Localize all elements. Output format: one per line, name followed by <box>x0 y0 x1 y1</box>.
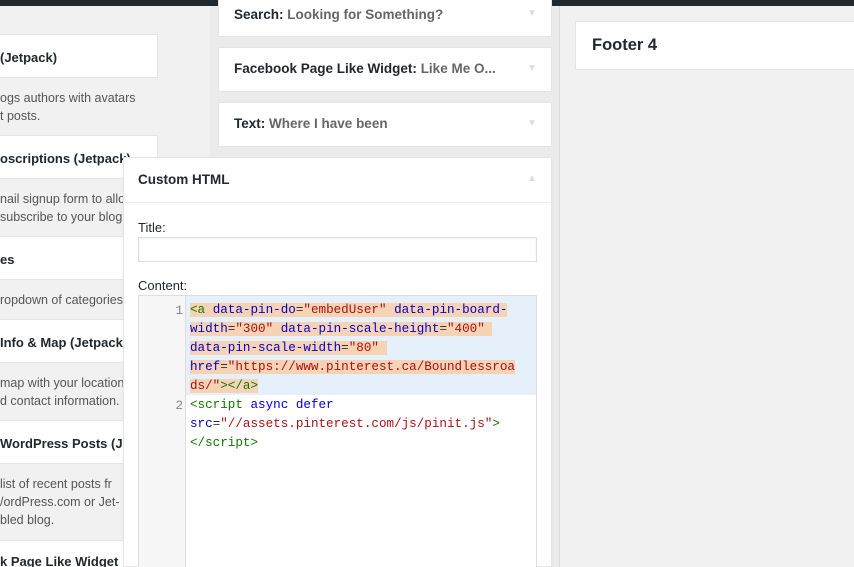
widget-type: Facebook Page Like Widget: <box>234 61 417 76</box>
available-widget-desc: t posts. <box>0 109 41 123</box>
available-widget-desc: map with your location <box>0 376 125 390</box>
code-line: <script async defer <box>190 398 334 412</box>
code-line: width="300" data-pin-scale-height="400" <box>190 320 493 339</box>
code-line: href="https://www.pinterest.ca/Boundless… <box>190 360 515 374</box>
sidebar-widget-facebook[interactable]: Facebook Page Like Widget: Like Me O... … <box>218 47 552 92</box>
widget-name: Like Me O... <box>420 61 496 76</box>
title-input[interactable] <box>138 237 537 262</box>
custom-html-widget-title: Custom HTML <box>138 172 230 187</box>
available-widget-desc: subscribe to your blog <box>0 210 123 224</box>
code-line: ds/"></a> <box>190 379 259 393</box>
line-number: 1 <box>175 304 183 318</box>
sidebar-widget-text[interactable]: Text: Where I have been ▼ <box>218 102 552 147</box>
widget-title: Text: Where I have been <box>234 116 388 131</box>
available-widget-title: Info & Map (Jetpack <box>0 335 123 350</box>
line-number-gutter: 1 2 <box>139 296 186 567</box>
code-line: src="//assets.pinterest.com/js/pinit.js"… <box>190 417 500 431</box>
title-label: Title: <box>138 220 166 235</box>
available-widget-desc: bled blog. <box>0 513 55 527</box>
available-widget-desc: nail signup form to allo <box>0 192 126 206</box>
code-line: <a data-pin-do="embedUser" data-pin-boar… <box>190 303 508 317</box>
available-widget-desc: d contact information. <box>0 394 120 408</box>
custom-html-widget: Custom HTML ▲ Title: Content: 1 2 <a dat… <box>123 157 552 567</box>
available-widget-title: k Page Like Widget <box>0 554 119 567</box>
chevron-down-icon[interactable]: ▼ <box>527 8 537 19</box>
chevron-up-icon[interactable]: ▲ <box>527 173 537 184</box>
line-number: 2 <box>175 399 183 413</box>
code-editor[interactable]: 1 2 <a data-pin-do="embedUser" data-pin-… <box>138 295 537 567</box>
code-line: data-pin-scale-width="80" <box>190 339 387 358</box>
available-widget-title: WordPress Posts (Je <box>0 436 130 451</box>
chevron-down-icon[interactable]: ▼ <box>527 63 537 74</box>
widget-name: Looking for Something? <box>287 7 444 22</box>
code-line: </script> <box>190 436 259 450</box>
content-label: Content: <box>138 278 188 293</box>
available-widget-desc: ogs authors with avatars <box>0 91 136 105</box>
widget-type: Search: <box>234 7 284 22</box>
available-widget-title: (Jetpack) <box>0 50 58 65</box>
widget-type: Text: <box>234 116 266 131</box>
chevron-down-icon[interactable]: ▼ <box>527 118 537 129</box>
widget-title: Facebook Page Like Widget: Like Me O... <box>234 61 496 76</box>
sidebar-widget-search[interactable]: Search: Looking for Something? ▼ <box>218 0 552 37</box>
footer-4-sidebar[interactable]: Footer 4 <box>575 21 854 70</box>
available-widget-desc: list of recent posts fr <box>0 477 112 491</box>
available-widget-1[interactable]: (Jetpack) <box>0 34 158 78</box>
available-widget-title: oscriptions (Jetpack) <box>0 151 131 166</box>
available-widget-desc: /ordPress.com or Jet- <box>0 495 120 509</box>
available-widget-desc: ropdown of categories <box>0 293 123 307</box>
widget-title: Search: Looking for Something? <box>234 7 443 22</box>
footer-4-title: Footer 4 <box>592 36 658 54</box>
widget-name: Where I have been <box>269 116 388 131</box>
available-widget-title: es <box>0 252 15 267</box>
custom-html-widget-header[interactable]: Custom HTML ▲ <box>124 158 551 203</box>
